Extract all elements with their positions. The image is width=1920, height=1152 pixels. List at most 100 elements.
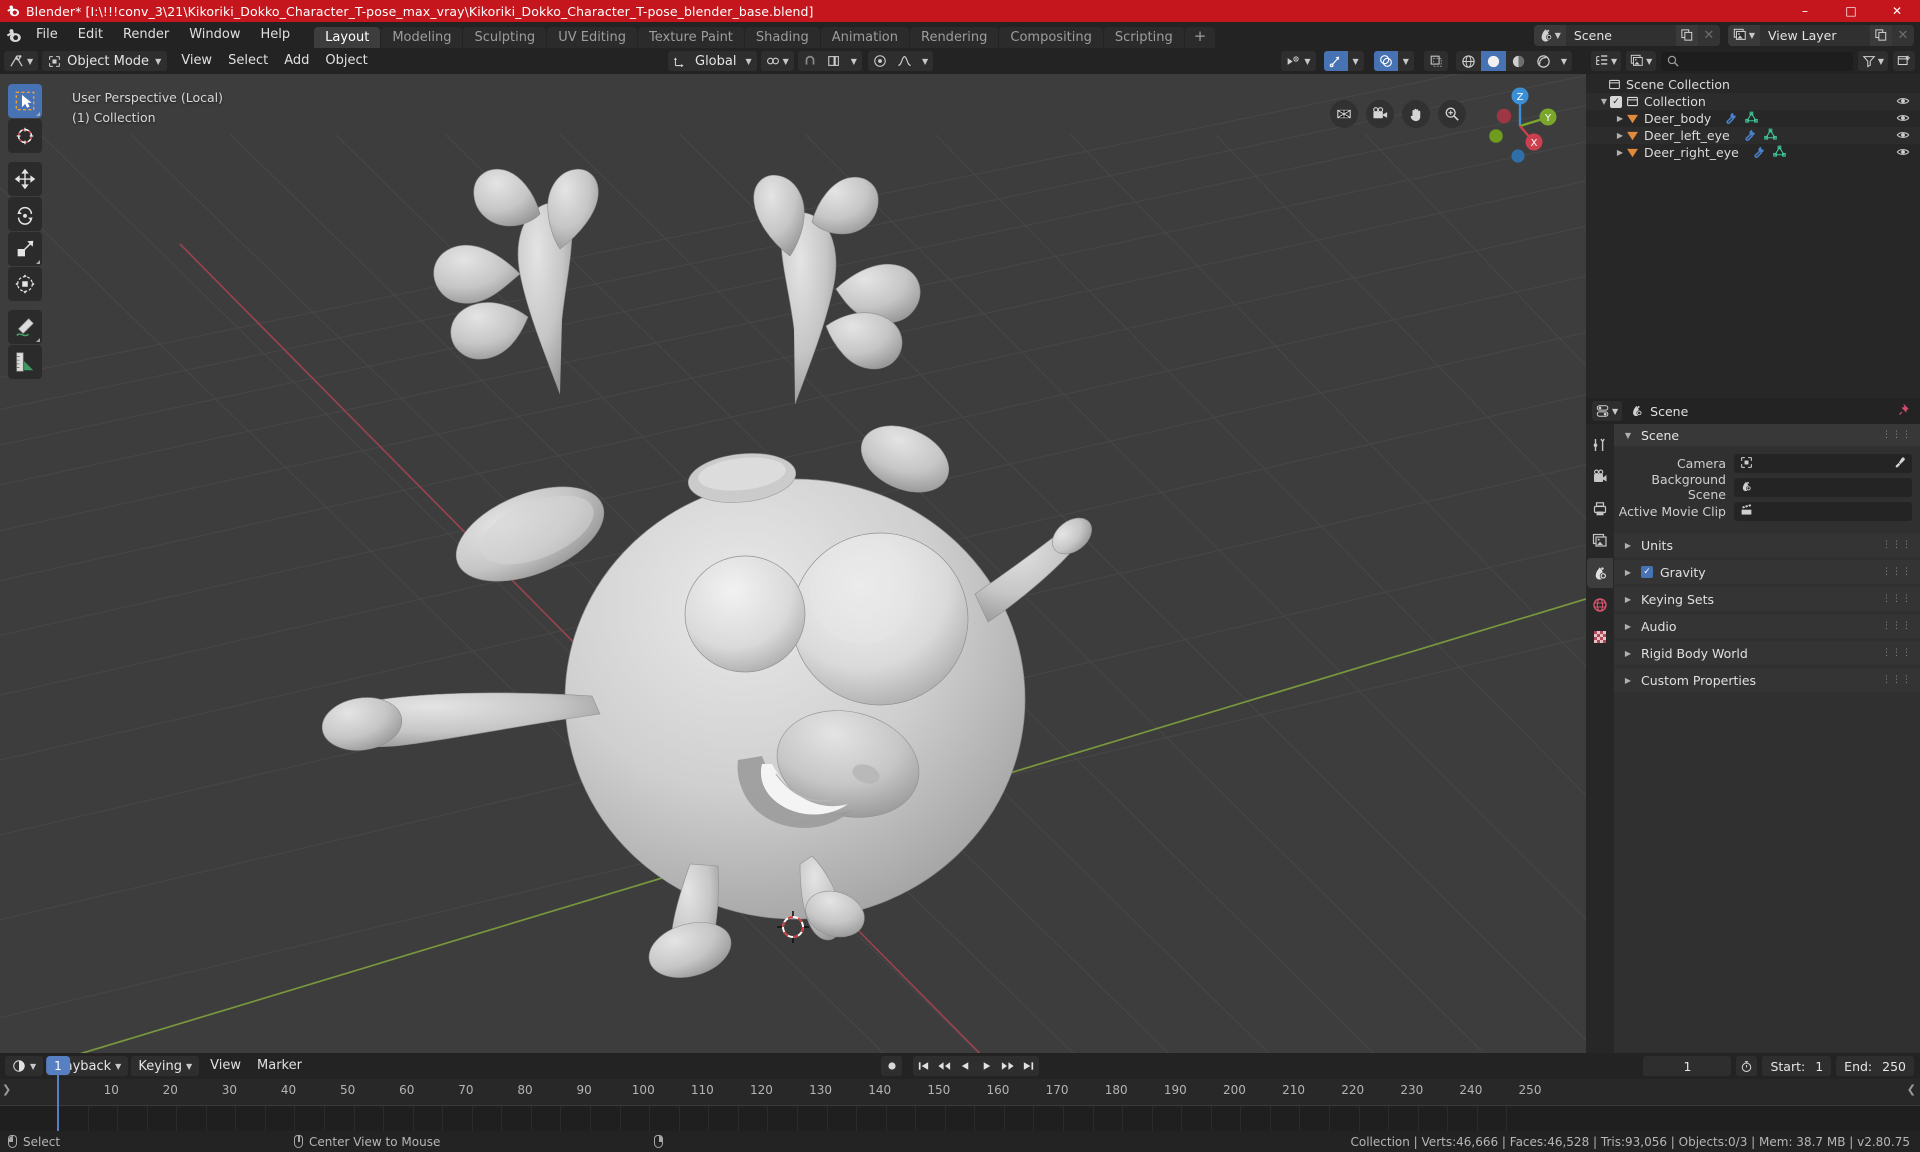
viewport-menu-view[interactable]: View (173, 51, 220, 71)
tab-layout[interactable]: Layout (314, 27, 381, 48)
measure-tool[interactable] (8, 345, 42, 379)
transform-tool[interactable] (8, 267, 42, 301)
playhead-badge[interactable]: 1 (46, 1056, 70, 1075)
editor-type-selector[interactable]: ▼ (4, 51, 39, 71)
tab-shading[interactable]: Shading (744, 27, 820, 48)
overlays-dropdown-icon[interactable]: ▼ (1398, 51, 1414, 71)
properties-editor-type-icon[interactable]: ▼ (1592, 401, 1623, 421)
scene-name[interactable]: Scene (1565, 24, 1676, 46)
gizmo-group[interactable]: ▼ (1323, 51, 1364, 71)
solid-shading-icon[interactable] (1480, 51, 1506, 71)
current-frame-field[interactable]: 1 (1643, 1056, 1732, 1076)
expand-triangle-icon[interactable]: ▼ (1598, 97, 1610, 106)
material-preview-icon[interactable] (1506, 51, 1531, 71)
shading-dropdown-icon[interactable]: ▼ (1556, 51, 1572, 71)
timeline-right-toggle[interactable]: ❮ (1907, 1083, 1916, 1096)
add-workspace-button[interactable]: + (1184, 27, 1216, 48)
window-controls[interactable]: – □ ✕ (1782, 0, 1920, 22)
tab-texture[interactable] (1587, 622, 1613, 652)
close-button[interactable]: ✕ (1874, 0, 1920, 22)
use-preview-range-icon[interactable] (1736, 1056, 1758, 1076)
timeline-ruler[interactable]: 10 20 30 40 50 60 70 80 90 100 110 120 130 140 150 160 1… (0, 1079, 1920, 1105)
snap-target-icon[interactable] (822, 51, 846, 71)
panel-drag-dots[interactable]: ⋮⋮⋮ (1882, 540, 1912, 550)
modifier-icon[interactable] (1753, 145, 1766, 161)
viewport-menu-select[interactable]: Select (220, 51, 276, 71)
panel-drag-dots[interactable]: ⋮⋮⋮ (1882, 675, 1912, 685)
timeline-menu-marker[interactable]: Marker (249, 1056, 310, 1076)
gravity-checkbox[interactable]: ✓ (1641, 566, 1653, 578)
pin-id-icon[interactable] (1898, 402, 1912, 420)
tab-compositing[interactable]: Compositing (999, 27, 1103, 48)
background-scene-input[interactable] (1734, 477, 1912, 497)
new-view-layer-button[interactable] (1870, 24, 1892, 46)
tab-uv-editing[interactable]: UV Editing (547, 27, 638, 48)
timeline-menu-view[interactable]: View (202, 1056, 249, 1076)
outliner-row-deer-body[interactable]: ▶ Deer_body (1586, 110, 1920, 127)
snap-magnet-icon[interactable] (798, 51, 822, 71)
mesh-data-icon[interactable] (1763, 128, 1777, 144)
camera-eyedropper-icon[interactable] (1894, 456, 1907, 473)
chevron-down-icon[interactable]: ▼ (1622, 431, 1634, 440)
auto-keying-icon[interactable] (881, 1056, 902, 1076)
keying-sets-section[interactable]: ▶ Keying Sets ⋮⋮⋮ (1614, 587, 1920, 611)
viewport-menu-add[interactable]: Add (276, 51, 317, 71)
view-layer-name[interactable]: View Layer (1760, 24, 1870, 46)
outliner-display-mode-icon[interactable]: ▼ (1626, 51, 1657, 71)
scene-icon[interactable]: ▼ (1533, 24, 1566, 46)
proportional-falloff-icon[interactable] (892, 51, 917, 71)
chevron-right-icon[interactable]: ▶ (1622, 568, 1634, 577)
wireframe-shading-icon[interactable] (1456, 51, 1481, 71)
tab-view-layer[interactable] (1587, 526, 1613, 556)
snap-dropdown-icon[interactable]: ▼ (846, 51, 862, 71)
play-reverse-icon[interactable] (955, 1056, 976, 1076)
tab-world[interactable] (1587, 590, 1613, 620)
custom-properties-section[interactable]: ▶ Custom Properties ⋮⋮⋮ (1614, 668, 1920, 692)
navigation-gizmo[interactable]: Z Y X (1478, 84, 1562, 168)
audio-section[interactable]: ▶ Audio ⋮⋮⋮ (1614, 614, 1920, 638)
view-layer-selector[interactable]: ▼ View Layer ✕ (1727, 24, 1914, 46)
visibility-eye-icon[interactable] (1896, 94, 1910, 111)
chevron-right-icon[interactable]: ▶ (1622, 649, 1634, 658)
outliner-filter-icon[interactable]: ▼ (1857, 51, 1888, 71)
viewport-canvas[interactable]: User Perspective (Local) (1) Collection (0, 74, 1586, 1053)
rendered-shading-icon[interactable] (1531, 51, 1556, 71)
toggle-camera-view-icon[interactable] (1330, 100, 1358, 128)
gravity-section[interactable]: ▶ ✓ Gravity ⋮⋮⋮ (1614, 560, 1920, 584)
select-box-tool[interactable] (8, 84, 42, 118)
tab-animation[interactable]: Animation (820, 27, 909, 48)
timeline-editor-type-icon[interactable]: ▼ (5, 1056, 44, 1076)
menu-render[interactable]: Render (113, 22, 179, 48)
panel-drag-dots[interactable]: ⋮⋮⋮ (1882, 621, 1912, 631)
blender-menu-icon[interactable] (0, 22, 26, 48)
snapping-group[interactable]: ▼ (797, 51, 862, 71)
collection-checkbox[interactable]: ✓ (1610, 95, 1622, 108)
keying-dropdown[interactable]: Keying ▼ (131, 1056, 200, 1076)
outliner-row-scene-collection[interactable]: Scene Collection (1586, 76, 1920, 93)
timeline-track-area[interactable] (0, 1105, 1920, 1131)
tab-sculpting[interactable]: Sculpting (463, 27, 547, 48)
panel-drag-dots[interactable]: ⋮⋮⋮ (1882, 567, 1912, 577)
outliner-search-input[interactable] (1661, 51, 1853, 71)
scene-selector[interactable]: ▼ Scene ✕ (1533, 24, 1720, 46)
panel-drag-dots[interactable]: ⋮⋮⋮ (1882, 648, 1912, 658)
annotate-tool[interactable] (8, 310, 42, 344)
tab-texture-paint[interactable]: Texture Paint (638, 27, 744, 48)
chevron-right-icon[interactable]: ▶ (1622, 541, 1634, 550)
scale-tool[interactable] (8, 232, 42, 266)
transform-orientation-selector[interactable]: Global ▼ (668, 51, 757, 71)
maximize-button[interactable]: □ (1828, 0, 1874, 22)
mesh-data-icon[interactable] (1745, 111, 1759, 127)
object-mode-selector[interactable]: Object Mode ▼ (42, 51, 168, 71)
cursor-tool[interactable] (8, 119, 42, 153)
falloff-dropdown-icon[interactable]: ▼ (917, 51, 933, 71)
tab-render[interactable] (1587, 462, 1613, 492)
view-layer-icon[interactable]: ▼ (1727, 24, 1760, 46)
proportional-edit-group[interactable]: ▼ (867, 51, 934, 71)
frame-start-field[interactable]: Start: 1 (1762, 1056, 1832, 1076)
new-collection-icon[interactable] (1893, 51, 1915, 71)
remove-view-layer-button[interactable]: ✕ (1892, 24, 1914, 46)
play-icon[interactable] (976, 1056, 997, 1076)
chevron-right-icon[interactable]: ▶ (1622, 622, 1634, 631)
unlink-scene-button[interactable]: ✕ (1697, 24, 1720, 46)
